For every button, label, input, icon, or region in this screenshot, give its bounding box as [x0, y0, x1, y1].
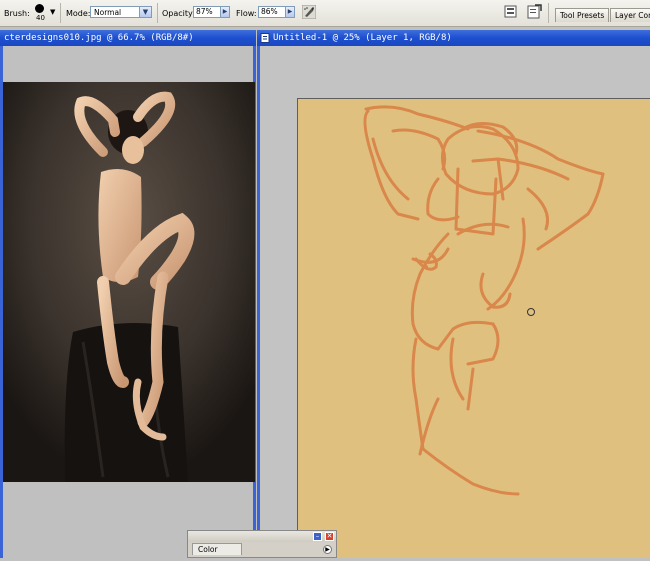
chevron-down-icon[interactable]: ▼ [139, 7, 151, 17]
color-palette: – ✕ Color ▶ [187, 530, 337, 558]
reference-photo[interactable] [3, 82, 255, 482]
brush-preset-picker[interactable] [35, 4, 44, 13]
brush-size: 40 [36, 14, 45, 22]
mode-label: Mode: [66, 9, 91, 18]
brush-cursor [527, 308, 535, 316]
document-window-sketch: Untitled-1 @ 25% (Layer 1, RGB/8) [257, 30, 650, 558]
divider [60, 3, 61, 23]
flow-input[interactable]: 86% [258, 6, 288, 18]
document-title-bar[interactable]: cterdesigns010.jpg @ 66.7% (RGB/8#) [0, 30, 256, 46]
sketch-canvas[interactable] [297, 98, 650, 558]
options-bar: Brush: 40 ▼ Mode: Normal ▼ Opacity: 87% … [0, 0, 650, 27]
opacity-slider-button[interactable]: ▶ [220, 6, 230, 18]
palette-well-icon[interactable] [504, 5, 517, 18]
palette-menu-icon[interactable]: ▶ [323, 545, 332, 554]
mode-value: Normal [94, 8, 122, 17]
close-button[interactable]: ✕ [325, 532, 334, 541]
flow-label: Flow: [236, 9, 257, 18]
airbrush-icon[interactable] [302, 5, 316, 19]
brush-dropdown-arrow-icon[interactable]: ▼ [50, 8, 55, 16]
tab-tool-presets[interactable]: Tool Presets [555, 8, 609, 22]
window-border [257, 46, 260, 558]
opacity-input[interactable]: 87% [193, 6, 223, 18]
document-icon [260, 33, 270, 43]
flow-slider-button[interactable]: ▶ [285, 6, 295, 18]
divider [548, 3, 549, 23]
document-title: Untitled-1 @ 25% (Layer 1, RGB/8) [273, 33, 452, 43]
file-browser-icon[interactable] [527, 4, 542, 19]
palette-title-bar[interactable]: – ✕ [188, 531, 336, 542]
brush-label: Brush: [4, 9, 30, 18]
mode-select[interactable]: Normal ▼ [90, 6, 152, 18]
divider [157, 3, 158, 23]
document-title-bar[interactable]: Untitled-1 @ 25% (Layer 1, RGB/8) [257, 30, 650, 46]
tab-layer-comps[interactable]: Layer Com [610, 8, 650, 22]
tab-color[interactable]: Color [192, 543, 242, 555]
opacity-label: Opacity: [162, 9, 195, 18]
minimize-button[interactable]: – [313, 532, 322, 541]
sketch-drawing [363, 105, 605, 496]
